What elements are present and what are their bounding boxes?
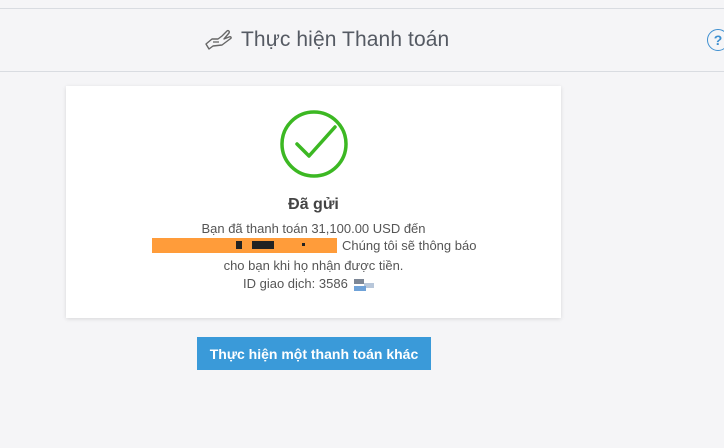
payment-sent-card: Đã gửi Bạn đã thanh toán 31,100.00 USD đ…: [66, 86, 561, 318]
notify-text-continued: cho bạn khi họ nhận được tiền.: [223, 258, 404, 273]
redacted-transaction-id: [354, 279, 376, 291]
help-icon[interactable]: ?: [707, 29, 724, 51]
page-title: Thực hiện Thanh toán: [241, 28, 450, 51]
status-title: Đã gửi: [288, 196, 339, 213]
header-title-group: Thực hiện Thanh toán: [203, 25, 449, 55]
transaction-id-label: ID giao dịch: 3586: [243, 276, 348, 291]
redacted-recipient: [152, 238, 337, 253]
page-header: Thực hiện Thanh toán ?: [0, 8, 724, 72]
hand-payment-icon: [205, 29, 232, 50]
payment-amount-text: Bạn đã thanh toán 31,100.00 USD đến: [201, 221, 426, 236]
transaction-id: ID giao dịch: 3586: [243, 276, 348, 291]
check-circle-icon: [280, 110, 348, 178]
new-payment-button[interactable]: Thực hiện một thanh toán khác: [197, 337, 431, 370]
notify-text: Chúng tôi sẽ thông báo: [342, 238, 477, 253]
